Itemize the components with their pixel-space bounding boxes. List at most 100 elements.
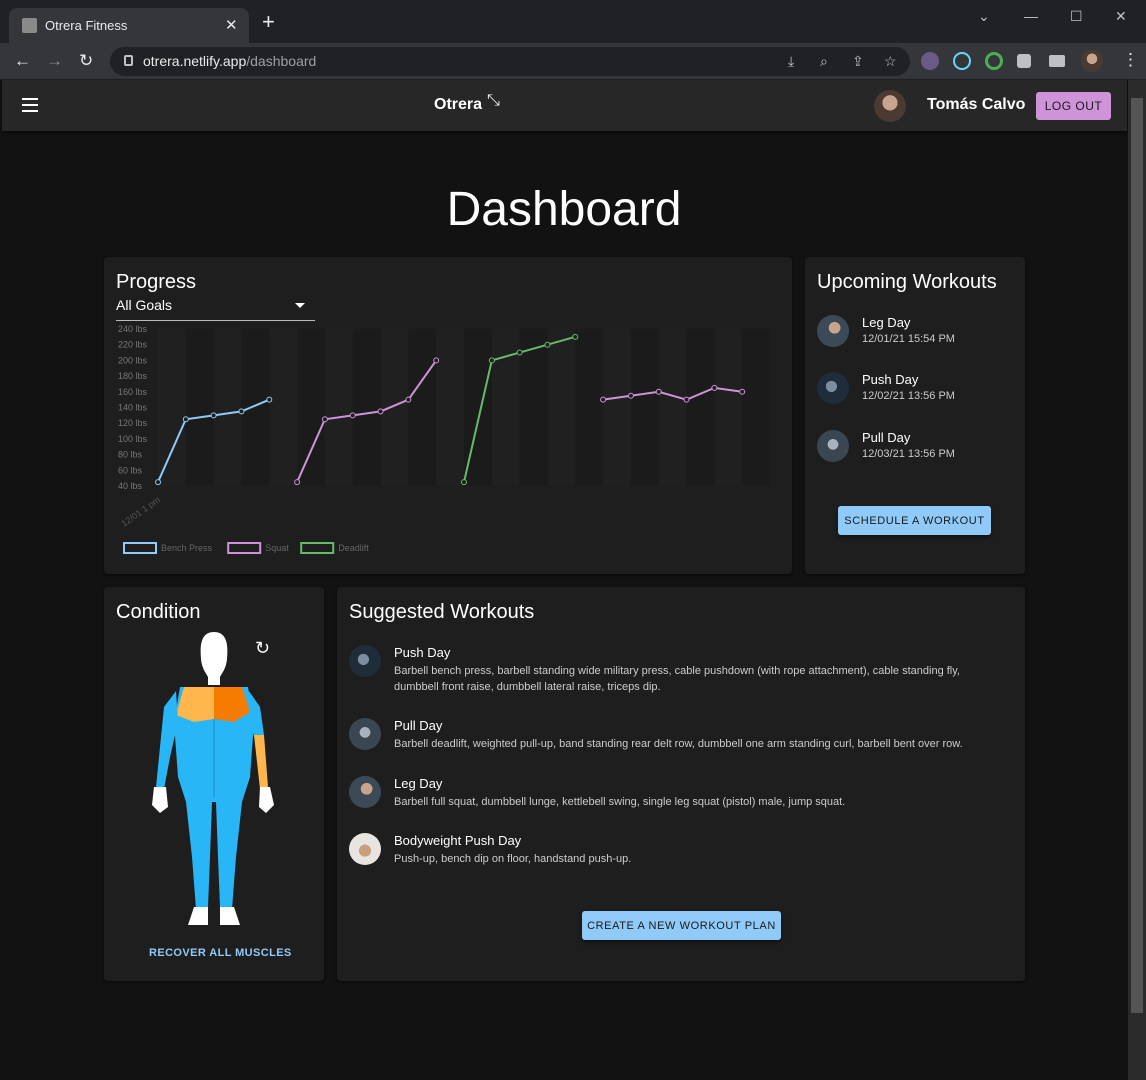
new-tab-icon[interactable]: + [262, 11, 275, 33]
favicon-icon [22, 18, 37, 33]
data-point [711, 384, 718, 391]
workout-name: Pull Day [862, 430, 911, 445]
workout-thumbnail [349, 718, 381, 750]
create-workout-plan-button[interactable]: CREATE A NEW WORKOUT PLAN [582, 911, 781, 940]
brand-name: Otrera [434, 96, 483, 113]
user-name: Tomás Calvo [927, 96, 1026, 113]
workout-name: Push Day [394, 645, 451, 660]
grid-band [742, 329, 770, 486]
close-window-icon[interactable]: ✕ [1115, 8, 1127, 25]
grid-band [658, 329, 687, 486]
data-point [627, 392, 634, 399]
right-forearm [254, 735, 268, 789]
grid-band [408, 329, 437, 486]
extension-icon[interactable] [985, 52, 1003, 70]
upcoming-title: Upcoming Workouts [817, 271, 997, 293]
extension-icon[interactable] [921, 52, 939, 70]
workout-name: Leg Day [394, 776, 443, 791]
left-leg [186, 802, 212, 909]
kebab-menu-icon[interactable]: ⋮ [1122, 50, 1139, 70]
head-shape [200, 632, 228, 685]
data-point [294, 479, 301, 486]
address-bar[interactable]: otrera.netlify.app/dashboard ⤓ ⌕ ⇪ ☆ [110, 47, 910, 76]
grid-band [185, 329, 214, 486]
condition-title: Condition [116, 601, 201, 623]
workout-name: Leg Day [862, 315, 911, 330]
suggested-title: Suggested Workouts [349, 601, 535, 623]
page-title: Dashboard [446, 183, 682, 236]
legend-swatch [227, 542, 262, 554]
back-icon[interactable]: ← [14, 51, 31, 71]
y-tick-label: 140 lbs [118, 403, 148, 413]
zoom-icon[interactable]: ⌕ [820, 53, 828, 70]
muscle-body-diagram[interactable] [104, 627, 324, 937]
browser-tab[interactable]: Otrera Fitness ✕ [9, 8, 249, 43]
grid-band [380, 329, 409, 486]
app-bar: Otrera ⤡ Tomás Calvo LOG OUT [2, 80, 1127, 131]
workout-description: Barbell bench press, barbell standing wi… [394, 665, 960, 693]
puzzle-icon[interactable] [1017, 54, 1031, 68]
y-tick-label: 80 lbs [118, 450, 143, 460]
upcoming-card: Upcoming Workouts Leg Day 12/01/21 15:54… [805, 257, 1025, 574]
data-point [210, 412, 217, 419]
profile-avatar[interactable] [1081, 50, 1103, 72]
data-point [600, 396, 607, 403]
grid-band [436, 329, 464, 486]
y-tick-label: 120 lbs [118, 418, 148, 428]
data-point [572, 333, 579, 340]
minimize-icon[interactable]: — [1024, 8, 1038, 24]
data-point [488, 357, 495, 364]
maximize-icon[interactable]: ☐ [1070, 8, 1083, 25]
page-scrollbar[interactable] [1128, 80, 1146, 1080]
workout-thumbnail [817, 372, 849, 404]
right-foot [220, 907, 240, 925]
left-hand [152, 787, 168, 813]
grid-band [269, 329, 298, 486]
forward-icon[interactable]: → [46, 51, 63, 71]
y-tick-label: 60 lbs [118, 465, 143, 475]
legend-label: Deadlift [338, 543, 369, 553]
workout-description: Push-up, bench dip on floor, handstand p… [394, 853, 632, 865]
data-point [321, 416, 328, 423]
bookmark-star-icon[interactable]: ☆ [884, 53, 897, 70]
logout-button[interactable]: LOG OUT [1036, 92, 1111, 120]
url-text: otrera.netlify.app/dashboard [143, 53, 317, 69]
close-tab-icon[interactable]: ✕ [225, 16, 238, 34]
grid-band [519, 329, 548, 486]
left-foot [188, 907, 208, 925]
legend-label: Squat [265, 543, 289, 553]
tab-title: Otrera Fitness [45, 18, 128, 33]
share-icon[interactable]: ⇪ [852, 53, 864, 70]
install-icon[interactable]: ⤓ [788, 53, 794, 70]
reading-list-icon[interactable] [1049, 55, 1065, 67]
recover-all-muscles-link[interactable]: RECOVER ALL MUSCLES [149, 947, 292, 959]
right-hand [259, 787, 274, 813]
suggested-card: Suggested Workouts Push Day Barbell benc… [337, 587, 1025, 981]
data-point [516, 349, 523, 356]
browser-toolbar: ← → ↻ otrera.netlify.app/dashboard ⤓ ⌕ ⇪… [0, 43, 1146, 80]
grid-band [297, 329, 325, 486]
tab-search-icon[interactable]: ⌄ [978, 8, 990, 25]
menu-icon[interactable] [22, 98, 38, 112]
reload-icon[interactable]: ↻ [79, 51, 93, 71]
workout-name: Pull Day [394, 718, 443, 733]
workout-date: 12/03/21 13:56 PM [862, 448, 955, 460]
grid-band [575, 329, 604, 486]
y-tick-label: 160 lbs [118, 387, 148, 397]
legend-label: Bench Press [161, 543, 213, 553]
react-devtools-icon[interactable] [953, 52, 971, 70]
workout-description: Barbell deadlift, weighted pull-up, band… [394, 738, 963, 750]
y-tick-label: 240 lbs [118, 324, 148, 334]
data-point [544, 341, 551, 348]
grid-band [603, 329, 631, 486]
legend-swatch [300, 542, 335, 554]
workout-description: Barbell full squat, dumbbell lunge, kett… [394, 796, 846, 808]
y-tick-label: 180 lbs [118, 371, 148, 381]
workout-thumbnail [349, 645, 381, 677]
schedule-workout-button[interactable]: SCHEDULE A WORKOUT [838, 506, 991, 535]
grid-band [352, 329, 381, 486]
workout-date: 12/02/21 13:56 PM [862, 390, 955, 402]
dumbbell-icon: ⤡ [487, 92, 500, 109]
workout-date: 12/01/21 15:54 PM [862, 333, 955, 345]
workout-thumbnail [817, 430, 849, 462]
